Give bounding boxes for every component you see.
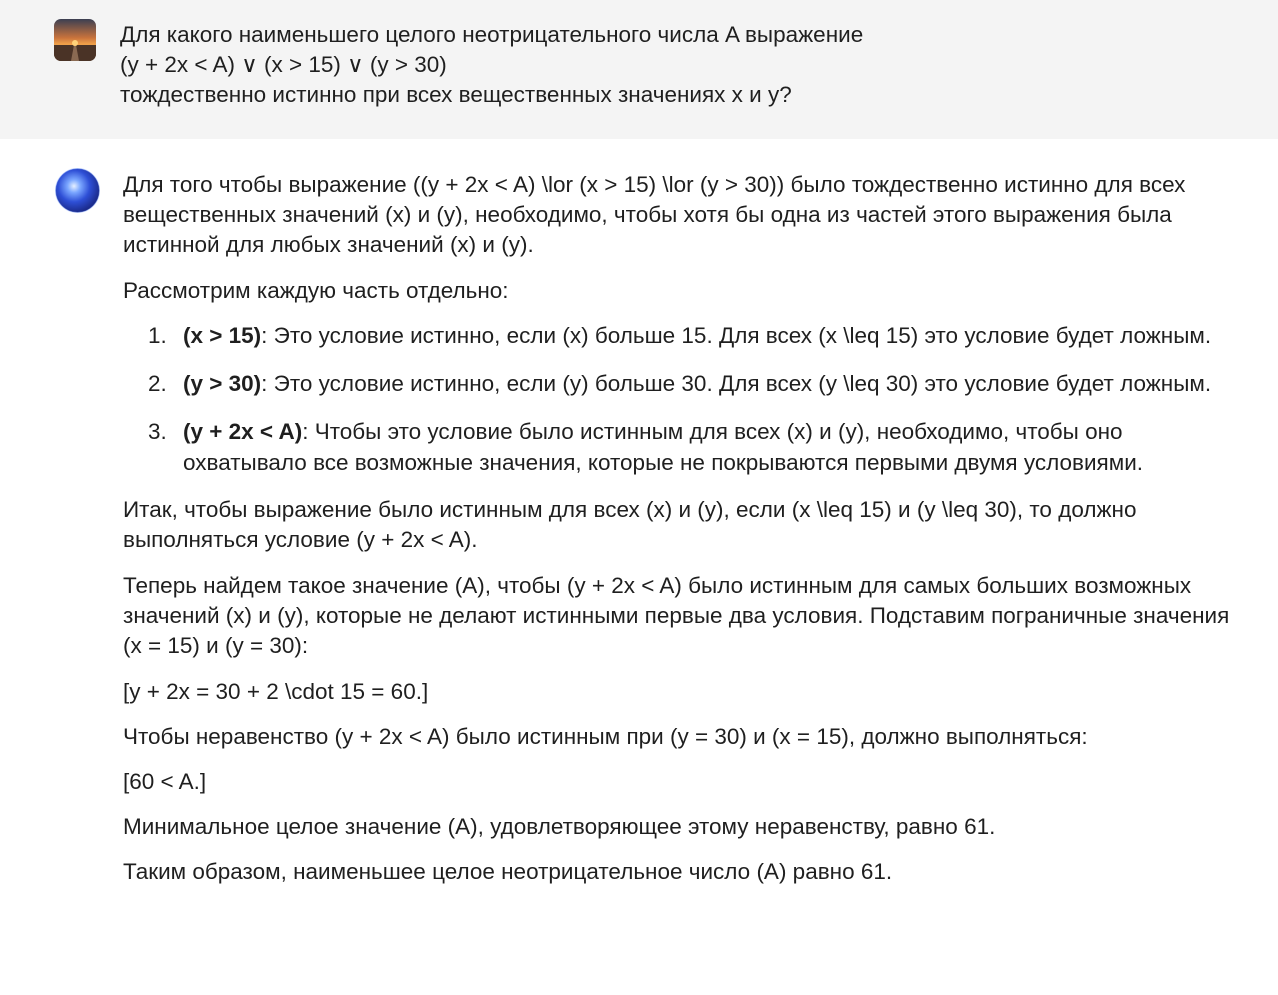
condition-bold: (y > 30) bbox=[183, 371, 262, 396]
answer-minimal: Минимальное целое значение (A), удовлетв… bbox=[123, 814, 996, 839]
list-item: 1. (x > 15): Это условие истинно, если (… bbox=[123, 320, 1233, 351]
sunset-road-icon bbox=[54, 19, 96, 61]
formula-sum: [y + 2x = 30 + 2 \cdot 15 = 60.] bbox=[123, 679, 429, 704]
answer-so: Итак, чтобы выражение было истинным для … bbox=[123, 497, 1137, 552]
condition-text: : Чтобы это условие было истинным для вс… bbox=[183, 419, 1144, 475]
assistant-message: Для того чтобы выражение ((y + 2x < A) \… bbox=[123, 170, 1233, 902]
answer-intro: Для того чтобы выражение ((y + 2x < A) \… bbox=[123, 172, 1186, 257]
list-item: 2. (y > 30): Это условие истинно, если (… bbox=[123, 368, 1233, 399]
condition-bold: (y + 2x < A) bbox=[183, 419, 303, 444]
list-number: 2. bbox=[148, 371, 167, 396]
condition-bold: (x > 15) bbox=[183, 323, 262, 348]
blue-orb-icon bbox=[55, 168, 100, 213]
list-number: 3. bbox=[148, 419, 167, 444]
answer-conclusion: Таким образом, наименьшее целое неотрица… bbox=[123, 859, 893, 884]
list-item: 3. (y + 2x < A): Чтобы это условие было … bbox=[123, 416, 1233, 478]
assistant-avatar bbox=[55, 168, 100, 213]
answer-consider: Рассмотрим каждую часть отдельно: bbox=[123, 278, 509, 303]
list-number: 1. bbox=[148, 323, 167, 348]
user-message-text: Для какого наименьшего целого неотрицате… bbox=[120, 20, 863, 110]
condition-text: : Это условие истинно, если (y) больше 3… bbox=[261, 371, 1212, 396]
user-message-line: (y + 2x < A) ∨ (x > 15) ∨ (y > 30) bbox=[120, 52, 447, 77]
formula-inequality: [60 < A.] bbox=[123, 769, 207, 794]
user-message-line: Для какого наименьшего целого неотрицате… bbox=[120, 22, 864, 47]
condition-text: : Это условие истинно, если (x) больше 1… bbox=[261, 323, 1212, 348]
user-message-line: тождественно истинно при всех вещественн… bbox=[120, 82, 792, 107]
inequality-text: Чтобы неравенство (y + 2x < A) было исти… bbox=[123, 724, 1088, 749]
conditions-list: 1. (x > 15): Это условие истинно, если (… bbox=[123, 320, 1233, 478]
answer-now: Теперь найдем такое значение (A), чтобы … bbox=[123, 573, 1230, 658]
user-message: Для какого наименьшего целого неотрицате… bbox=[0, 0, 1278, 139]
user-avatar bbox=[54, 19, 96, 61]
